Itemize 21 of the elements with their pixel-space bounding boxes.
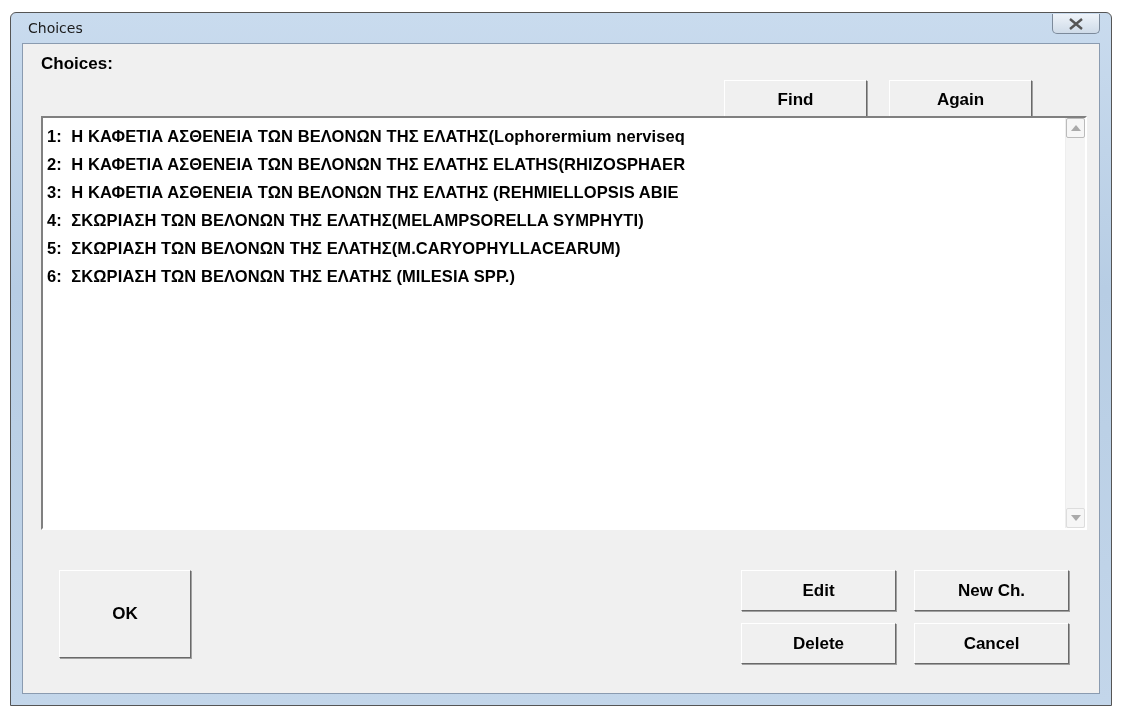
window-title: Choices xyxy=(27,20,83,36)
choices-label: Choices: xyxy=(41,54,113,74)
list-item[interactable]: 5: ΣΚΩΡΙΑΣΗ ΤΩΝ ΒΕΛΟΝΩΝ ΤΗΣ ΕΛΑΤΗΣ(M.CARYOPHYLLACEARUM) xyxy=(47,234,1061,262)
list-item[interactable]: 3: Η ΚΑΦΕΤΙΑ ΑΣΘΕΝΕΙΑ ΤΩΝ ΒΕΛΟΝΩΝ ΤΗΣ ΕΛΑΤΗΣ (REHMIELLOPSIS ABIE xyxy=(47,178,1061,206)
dialog-button[interactable]: New Ch. xyxy=(914,570,1069,611)
up-arrow-icon xyxy=(1070,125,1081,131)
down-arrow-icon xyxy=(1070,515,1081,521)
list-item[interactable]: 4: ΣΚΩΡΙΑΣΗ ΤΩΝ ΒΕΛΟΝΩΝ ΤΗΣ ΕΛΑΤΗΣ(MELAMPSORELLA SYMPHYTI) xyxy=(47,206,1061,234)
dialog-button[interactable]: Cancel xyxy=(914,623,1069,664)
close-icon xyxy=(1068,17,1084,30)
ok-button[interactable]: OK xyxy=(59,570,191,658)
dialog-button[interactable]: Delete xyxy=(741,623,896,664)
list-item[interactable]: 1: Η ΚΑΦΕΤΙΑ ΑΣΘΕΝΕΙΑ ΤΩΝ ΒΕΛΟΝΩΝ ΤΗΣ ΕΛΑΤΗΣ(Lophorermium nerviseq xyxy=(47,122,1061,150)
close-button[interactable] xyxy=(1052,14,1100,34)
scroll-up-button[interactable] xyxy=(1066,118,1085,138)
choices-list[interactable] xyxy=(41,116,1087,530)
list-item[interactable]: 6: ΣΚΩΡΙΑΣΗ ΤΩΝ ΒΕΛΟΝΩΝ ΤΗΣ ΕΛΑΤΗΣ (MILESIA SPP.) xyxy=(47,262,1061,290)
scrollbar[interactable] xyxy=(1065,118,1085,528)
scroll-down-button[interactable] xyxy=(1066,508,1085,528)
list-item[interactable]: 2: Η ΚΑΦΕΤΙΑ ΑΣΘΕΝΕΙΑ ΤΩΝ ΒΕΛΟΝΩΝ ΤΗΣ ΕΛΑΤΗΣ ELATHS(RHIZOSPHAER xyxy=(47,150,1061,178)
dialog-button[interactable]: Edit xyxy=(741,570,896,611)
